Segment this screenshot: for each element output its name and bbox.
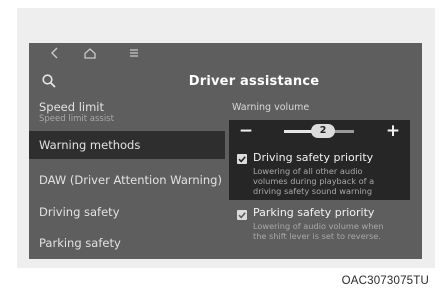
menu-item-label: Warning methods [39, 138, 141, 152]
description-line: Lowering of all other audio [253, 166, 363, 176]
home-icon[interactable] [81, 44, 99, 62]
checkmark-icon [238, 156, 246, 163]
header: Driver assistance [29, 67, 422, 95]
chevron-left-icon[interactable] [47, 44, 63, 62]
menu-item-label: Parking safety [39, 236, 121, 250]
warning-volume-label: Warning volume [232, 102, 310, 113]
menu-item-speed-limit[interactable]: Speed limit Speed limit assist [29, 96, 225, 128]
menu-item-parking-safety[interactable]: Parking safety [29, 230, 225, 256]
menu-item-daw[interactable]: DAW (Driver Attention Warning) [29, 167, 225, 193]
menu-icon[interactable] [126, 44, 142, 62]
figure-caption: OAC3073075TU [341, 275, 429, 287]
menu-item-label: Driving safety [39, 205, 120, 219]
description-line: the shift lever is set to reverse. [253, 231, 381, 241]
menu-item-driving-safety[interactable]: Driving safety [29, 199, 225, 225]
checkmark-icon [238, 212, 246, 219]
page: Driver assistance Speed limit Speed limi… [0, 0, 439, 302]
volume-slider-knob[interactable]: 2 [311, 124, 335, 138]
menu-item-label: Speed limit [39, 100, 105, 114]
description-line: driving safety sound warning [253, 186, 373, 196]
description-line: Lowering of audio volume when [253, 221, 384, 231]
menu-item-label: DAW (Driver Attention Warning) [39, 173, 222, 187]
top-nav-bar [29, 43, 422, 65]
parking-safety-priority-title: Parking safety priority [253, 206, 375, 219]
driving-safety-priority-title: Driving safety priority [253, 151, 374, 164]
driving-safety-priority-checkbox[interactable] [237, 154, 247, 164]
menu-item-warning-methods[interactable]: Warning methods [29, 131, 225, 159]
infotainment-screen: Driver assistance Speed limit Speed limi… [29, 43, 422, 259]
volume-increase-button[interactable]: + [382, 121, 404, 141]
volume-control: − 2 + [229, 120, 410, 143]
driving-safety-priority-description: Lowering of all other audio volumes duri… [253, 166, 374, 196]
volume-decrease-button[interactable]: − [235, 121, 257, 141]
parking-safety-priority-description: Lowering of audio volume when the shift … [253, 221, 384, 241]
search-icon[interactable] [41, 73, 57, 89]
menu-item-sublabel: Speed limit assist [39, 114, 114, 124]
parking-safety-priority-checkbox[interactable] [237, 210, 247, 220]
page-title: Driver assistance [188, 74, 320, 89]
description-line: volumes during playback of a [253, 176, 375, 186]
